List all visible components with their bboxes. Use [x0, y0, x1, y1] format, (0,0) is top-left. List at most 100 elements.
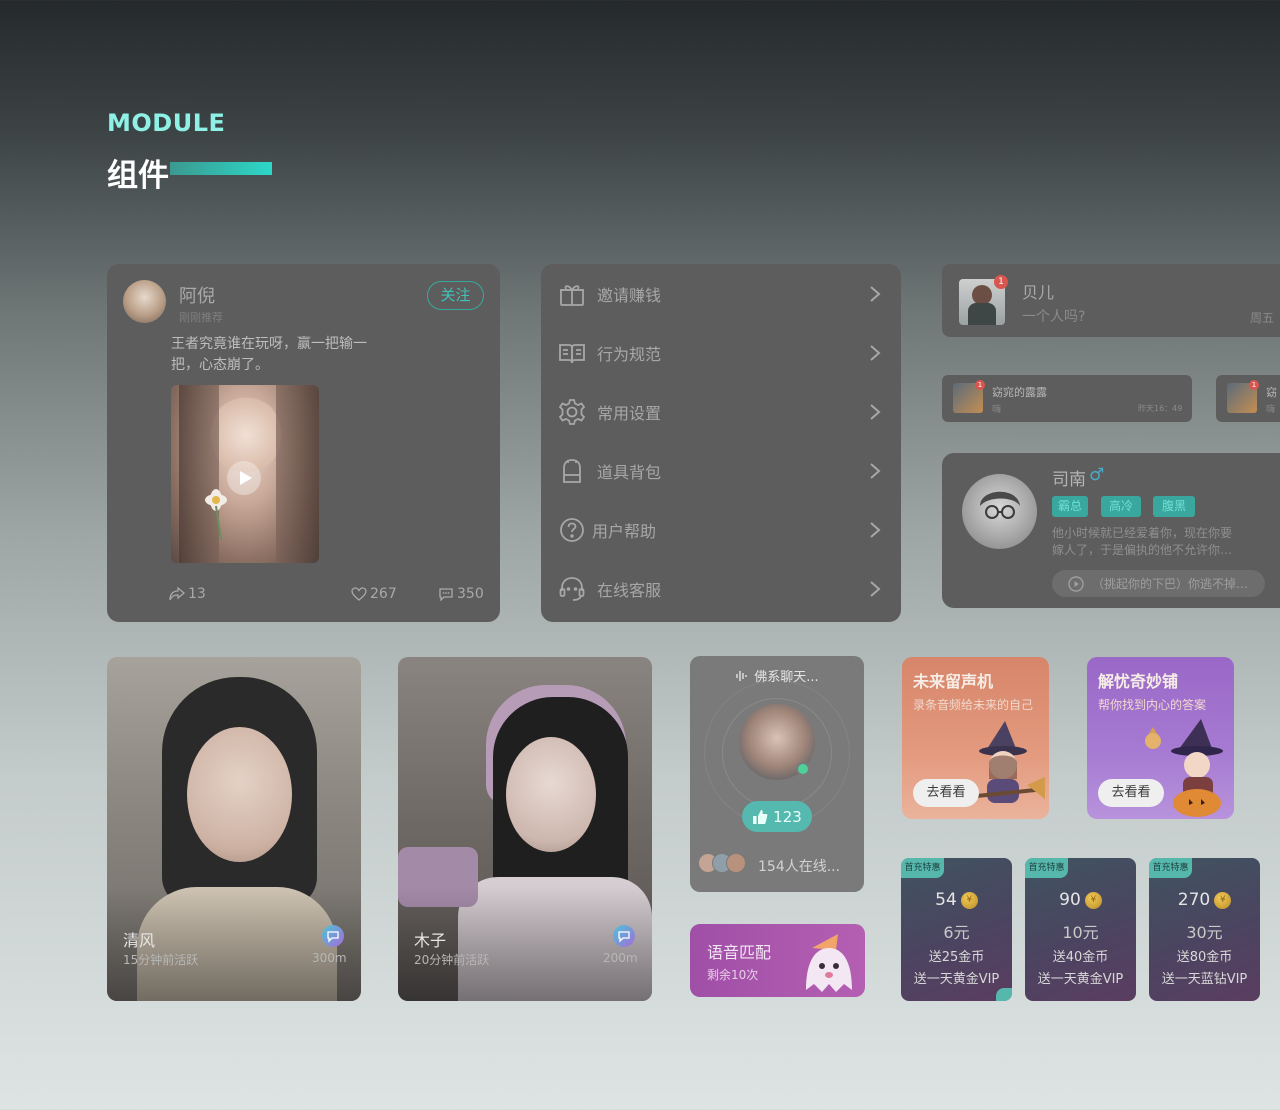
title-accent-bar: [170, 162, 272, 175]
chevron-right-icon: [869, 403, 881, 421]
menu-item-label: 道具背包: [597, 462, 662, 482]
play-icon[interactable]: [227, 461, 261, 495]
message-notification-small[interactable]: 1 窈 嗨: [1216, 375, 1280, 422]
help-icon: [557, 515, 587, 545]
go-see-button[interactable]: 去看看: [913, 779, 979, 807]
book-icon: [557, 338, 587, 368]
voice-preview-button[interactable]: （挑起你的下巴）你逃不掉…: [1052, 570, 1265, 597]
post-author-name[interactable]: 阿倪: [179, 282, 215, 308]
post-subtitle: 刚刚推荐: [179, 311, 223, 324]
avatar-head: [972, 285, 992, 305]
message-time: 昨天16：49: [1138, 404, 1183, 413]
coin-icon: ¥: [1084, 891, 1102, 909]
offer-coins: 90: [1059, 890, 1081, 910]
user-distance: 200m: [603, 951, 638, 965]
character-name: 司南: [1052, 470, 1086, 490]
offer-price: 6元: [943, 923, 970, 942]
menu-item-settings[interactable]: 常用设置: [541, 382, 901, 441]
share-count: 13: [188, 586, 206, 602]
character-bio: 他小时候就已经爱着你，现在你要 嫁人了，于是偏执的他不允许你…: [1052, 525, 1232, 559]
sound-wave-icon: [735, 669, 749, 683]
chevron-right-icon: [869, 344, 881, 362]
unread-badge: 1: [975, 380, 985, 390]
voice-match-subtitle: 剩余10次: [707, 968, 759, 982]
post-text-line: 把，心态崩了。: [171, 357, 269, 373]
menu-item-label: 邀请赚钱: [597, 285, 662, 305]
offer-vip: 送一天黄金VIP: [913, 972, 1000, 987]
future-recorder-card[interactable]: 未来留声机 录条音频给未来的自己 去看看: [902, 657, 1049, 819]
sender-name: 窈: [1266, 386, 1277, 399]
post-text: 王者究竟谁在玩呀，赢一把输一 把，心态崩了。: [171, 334, 367, 376]
message-preview: 嗨: [1266, 405, 1276, 415]
like-stat[interactable]: 267: [351, 586, 397, 602]
offer-coins: 54: [935, 890, 957, 910]
character-tag: 腹黑: [1153, 496, 1195, 517]
comment-icon: [438, 587, 454, 601]
character-tag: 霸总: [1052, 496, 1088, 517]
photo-hair-right: [276, 385, 319, 563]
sender-name: 窈窕的露露: [992, 386, 1047, 399]
menu-item-label: 行为规范: [597, 344, 662, 364]
offer-tag: 首充特惠: [901, 858, 944, 878]
message-notification-small[interactable]: 1 窈窕的露露 嗨 昨天16：49: [942, 375, 1192, 422]
voice-match-card[interactable]: 语音匹配 剩余10次: [690, 924, 865, 997]
unread-badge: 1: [1249, 380, 1259, 390]
like-button[interactable]: 123: [742, 801, 812, 832]
photo-face: [506, 737, 596, 852]
message-preview: 嗨: [992, 405, 1002, 415]
offer-coin-row: 270 ¥: [1149, 890, 1260, 910]
offer-vip: 送一天黄金VIP: [1037, 972, 1124, 987]
feed-post-card[interactable]: 阿倪 刚刚推荐 关注 王者究竟谁在玩呀，赢一把输一 把，心态崩了。 13 267…: [107, 264, 500, 622]
settings-menu-card: 邀请赚钱 行为规范 常用设置 道具背包 用户帮助 在线客服: [541, 264, 901, 622]
message-notification-card[interactable]: 1 贝儿 一个人吗? 周五: [942, 264, 1280, 337]
voice-room-card[interactable]: 佛系聊天... 154人在线...: [690, 656, 864, 892]
user-name: 木子: [414, 931, 447, 950]
chevron-right-icon: [869, 462, 881, 480]
avatar[interactable]: [123, 280, 166, 323]
chat-bubble-icon[interactable]: [322, 925, 344, 947]
follow-button[interactable]: 关注: [427, 281, 484, 310]
post-video-thumbnail[interactable]: [171, 385, 319, 563]
bio-line: 他小时候就已经爱着你，现在你要: [1052, 526, 1233, 540]
menu-item-help[interactable]: 用户帮助: [541, 500, 901, 559]
offer-tag: 首充特惠: [1149, 858, 1192, 878]
user-photo-card[interactable]: 清风 15分钟前活跃 300m: [107, 657, 361, 1001]
menu-item-label: 用户帮助: [592, 521, 657, 541]
menu-item-label: 常用设置: [597, 403, 662, 423]
worry-shop-card[interactable]: 解忧奇妙铺 帮你找到内心的答案 去看看: [1087, 657, 1234, 819]
menu-item-support[interactable]: 在线客服: [541, 559, 901, 618]
online-avatars: [698, 853, 746, 873]
heart-icon: [351, 587, 367, 601]
module-label: MODULE: [107, 109, 226, 137]
offer-coins: 270: [1177, 890, 1211, 910]
recharge-offer-card[interactable]: 首充特惠 270 ¥ 30元 送80金币 送一天蓝钻VIP: [1149, 858, 1260, 1001]
menu-item-backpack[interactable]: 道具背包: [541, 441, 901, 500]
headset-icon: [557, 574, 587, 604]
comment-stat[interactable]: 350: [438, 586, 484, 602]
voice-preview-text: （挑起你的下巴）你逃不掉…: [1092, 577, 1249, 591]
menu-item-invite[interactable]: 邀请赚钱: [541, 264, 901, 323]
coin-icon: ¥: [1214, 891, 1232, 909]
chevron-right-icon: [869, 580, 881, 598]
thumbs-up-icon: [752, 809, 768, 825]
chevron-right-icon: [869, 285, 881, 303]
page-title: 组件: [107, 158, 169, 194]
share-stat[interactable]: 13: [169, 586, 206, 602]
like-count: 267: [370, 586, 397, 602]
avatar[interactable]: [962, 474, 1037, 549]
promo-subtitle: 录条音频给未来的自己: [913, 698, 1034, 712]
backpack-icon: [557, 456, 587, 486]
go-see-button[interactable]: 去看看: [1098, 779, 1164, 807]
chat-bubble-icon[interactable]: [613, 925, 635, 947]
menu-item-rules[interactable]: 行为规范: [541, 323, 901, 382]
recharge-offer-card[interactable]: 首充特惠 90 ¥ 10元 送40金币 送一天黄金VIP: [1025, 858, 1136, 1001]
sender-name: 贝儿: [1022, 283, 1055, 302]
gift-icon: [557, 279, 587, 309]
online-count: 154人在线...: [758, 859, 841, 875]
recharge-offer-card[interactable]: 首充特惠 54 ¥ 6元 送25金币 送一天黄金VIP: [901, 858, 1012, 1001]
offer-coin-row: 90 ¥: [1025, 890, 1136, 910]
voice-match-title: 语音匹配: [707, 943, 772, 962]
play-icon: [1068, 575, 1084, 592]
user-photo-card[interactable]: 木子 20分钟前活跃 200m: [398, 657, 652, 1001]
comment-count: 350: [457, 586, 484, 602]
